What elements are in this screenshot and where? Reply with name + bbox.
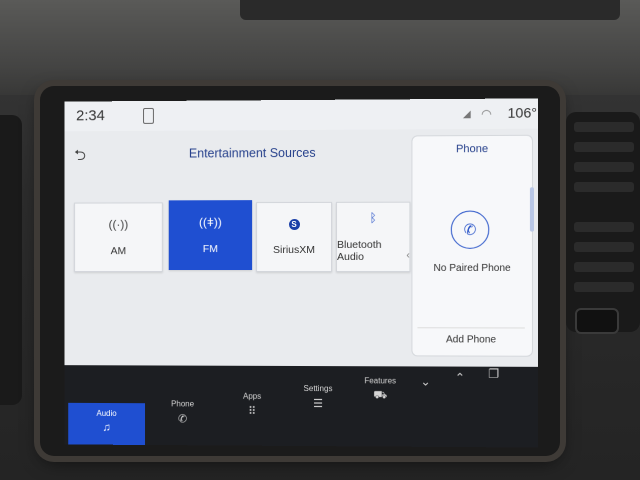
nav-audio[interactable]: Audio ♫ xyxy=(68,402,146,445)
bluetooth-icon: ᛒ xyxy=(369,210,377,225)
status-bar: 2:34 ◢ ◠ 106° xyxy=(64,98,539,132)
clock: 2:34 xyxy=(76,107,105,125)
vent-fin xyxy=(574,142,634,152)
phone-icon xyxy=(143,107,154,124)
vent-fin xyxy=(574,122,634,132)
wifi-icon: ◠ xyxy=(481,106,492,121)
left-air-vent xyxy=(0,115,22,405)
car-icon: ⛟ xyxy=(373,389,388,402)
phone-status-text: No Paired Phone xyxy=(433,262,511,275)
panel-scroll-indicator[interactable] xyxy=(529,187,534,232)
vent-knob[interactable] xyxy=(575,308,619,334)
phone-handset-icon[interactable]: ✆ xyxy=(450,210,490,249)
chevron-up-icon[interactable]: ⌃ xyxy=(455,371,465,385)
music-note-icon: ♫ xyxy=(102,421,111,434)
infotainment-screen: 2:34 ◢ ◠ 106° ⮌ Entertainment Sources ((… xyxy=(64,98,539,448)
siriusxm-badge: S xyxy=(288,218,300,230)
sliders-icon: ☰ xyxy=(313,398,323,411)
source-bluetooth-tile[interactable]: ᛒ Bluetooth Audio xyxy=(336,201,411,272)
nav-label: Apps xyxy=(243,391,262,401)
page-title: Entertainment Sources xyxy=(188,145,316,161)
vent-fin xyxy=(574,182,634,192)
source-label: Bluetooth Audio xyxy=(337,238,382,263)
source-label: SiriusXM xyxy=(273,243,316,256)
vent-fin xyxy=(574,162,634,172)
add-phone-button[interactable]: Add Phone xyxy=(417,327,525,353)
vent-fin xyxy=(574,222,634,232)
copy-icon[interactable]: ❐ xyxy=(488,367,499,381)
nav-features[interactable]: Features ⛟ xyxy=(352,376,408,403)
back-arrow-icon[interactable]: ⮌ xyxy=(74,145,86,170)
nav-label: Features xyxy=(364,376,397,386)
chevron-down-icon[interactable]: ⌄ xyxy=(420,374,430,388)
nav-phone[interactable]: Phone ✆ xyxy=(155,399,210,425)
source-label: FM xyxy=(202,243,218,256)
source-am-tile[interactable]: ((·)) AM xyxy=(74,202,163,273)
phone-panel-title: Phone xyxy=(455,143,489,156)
source-fm-tile[interactable]: ((ǂ)) FM xyxy=(168,200,253,271)
source-label: AM xyxy=(110,245,127,258)
dashboard-top xyxy=(0,0,640,95)
nav-label: Settings xyxy=(303,384,333,394)
siriusxm-icon: S xyxy=(288,218,300,230)
nav-label: Phone xyxy=(171,399,195,409)
dash-slot xyxy=(240,0,620,20)
source-siriusxm-tile[interactable]: S SiriusXM xyxy=(256,201,333,273)
vent-fin xyxy=(574,282,634,292)
nav-settings[interactable]: Settings ☰ xyxy=(290,384,346,410)
vent-fin xyxy=(574,242,634,252)
radio-wave-icon: ((ǂ)) xyxy=(198,215,222,230)
signal-icon: ◢ xyxy=(462,108,471,121)
vent-fin xyxy=(574,262,634,272)
nav-label: Audio xyxy=(96,408,117,418)
phone-panel: Phone ✆ No Paired Phone Add Phone xyxy=(411,134,533,357)
phone-icon: ✆ xyxy=(178,413,188,426)
right-air-vent xyxy=(566,112,640,332)
chevron-left-icon[interactable]: ‹ xyxy=(406,250,409,261)
bottom-nav: Audio ♫ Phone ✆ Apps ⠿ Settings ☰ Featur… xyxy=(64,365,539,448)
apps-grid-icon: ⠿ xyxy=(248,405,257,418)
antenna-icon: ((·)) xyxy=(108,217,129,232)
nav-apps[interactable]: Apps ⠿ xyxy=(224,392,280,418)
outside-temperature: 106° xyxy=(507,104,538,121)
